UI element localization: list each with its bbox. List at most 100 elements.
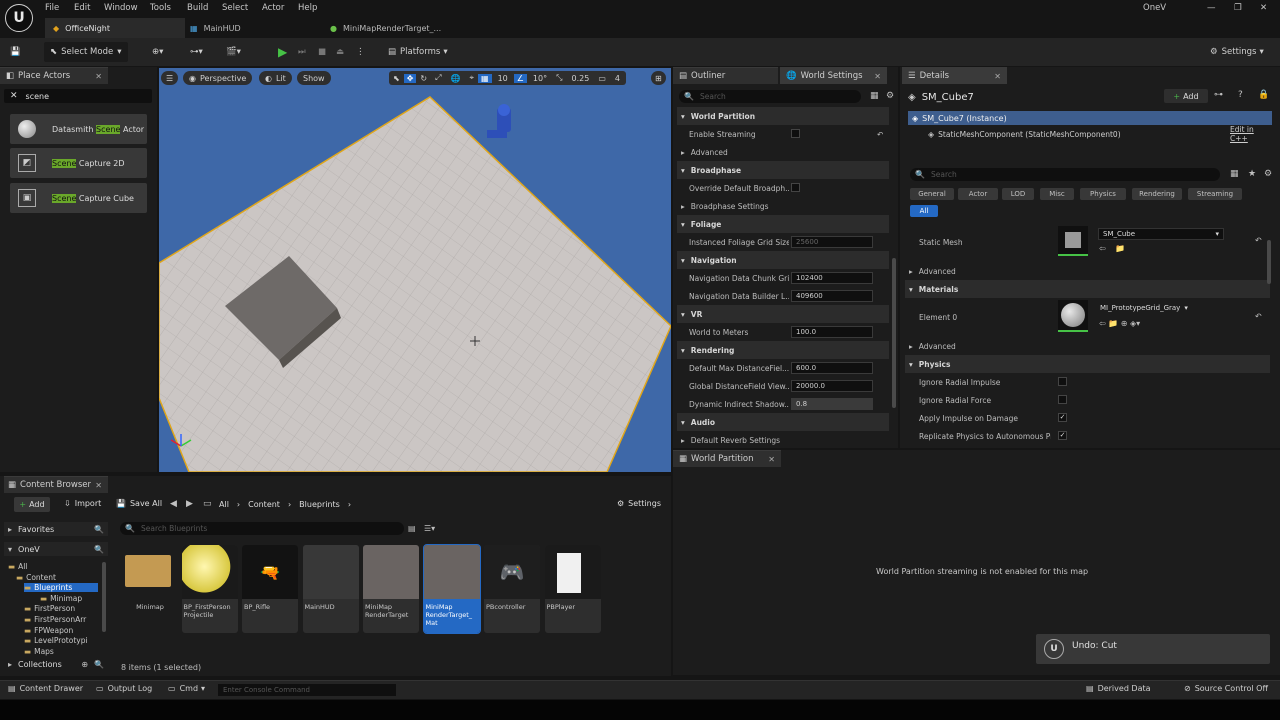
- filter-physics[interactable]: Physics: [1080, 188, 1126, 200]
- world-space-icon[interactable]: 🌐: [446, 74, 466, 83]
- ws-category[interactable]: ▾ Foliage: [677, 215, 889, 233]
- property-checkbox[interactable]: [791, 183, 800, 192]
- asset-tile[interactable]: 🎮 PBcontroller: [484, 545, 540, 633]
- project-section[interactable]: ▾ OneV 🔍: [4, 542, 108, 556]
- material-thumbnail[interactable]: [1058, 300, 1088, 332]
- play-options-icon[interactable]: ⋮: [356, 42, 365, 62]
- minimize-icon[interactable]: —: [1207, 3, 1216, 13]
- save-icon[interactable]: 💾: [10, 42, 21, 62]
- forward-icon[interactable]: ▶: [186, 499, 193, 509]
- lock-icon[interactable]: 🔒: [1258, 90, 1269, 100]
- tree-folder[interactable]: ▬ Maps: [24, 647, 54, 656]
- menu-select[interactable]: Select: [222, 3, 248, 13]
- asset-tile[interactable]: Minimap: [121, 545, 177, 633]
- browse-icon[interactable]: 📁: [1115, 244, 1125, 253]
- gear-icon[interactable]: ⚙: [886, 91, 894, 101]
- tree-folder[interactable]: ▬ Blueprints: [24, 583, 98, 593]
- ws-category[interactable]: ▾ Audio: [677, 413, 889, 431]
- component-row[interactable]: ◈ StaticMeshComponent (StaticMeshCompone…: [908, 125, 1272, 143]
- menu-help[interactable]: Help: [298, 3, 317, 13]
- ws-subsection[interactable]: ▸ Default Reverb Settings: [677, 431, 889, 449]
- ws-subsection[interactable]: ▸ Broadphase Settings: [677, 197, 889, 215]
- unchecked-checkbox[interactable]: [1058, 395, 1067, 404]
- close-icon[interactable]: ✕: [874, 72, 881, 81]
- gear-icon[interactable]: ⚙: [1264, 169, 1272, 179]
- reset-icon[interactable]: ↶: [1255, 312, 1262, 321]
- cb-settings-button[interactable]: ⚙ Settings: [617, 499, 661, 508]
- place-actors-search[interactable]: ✕ scene: [4, 89, 152, 103]
- add-collection-icon[interactable]: ⊕: [81, 660, 88, 669]
- property-value-input[interactable]: 20000.0: [791, 380, 873, 392]
- console-input[interactable]: Enter Console Command: [218, 684, 396, 696]
- cinematics-icon[interactable]: 🎬▾: [226, 42, 241, 62]
- asset-tile[interactable]: MiniMap RenderTarget: [363, 545, 419, 633]
- ws-category[interactable]: ▾ Navigation: [677, 251, 889, 269]
- clear-search-icon[interactable]: ✕: [10, 91, 18, 101]
- close-icon[interactable]: ✕: [95, 72, 102, 81]
- filter-icon[interactable]: ☰▾: [424, 524, 435, 533]
- reset-icon[interactable]: ↶: [1255, 236, 1262, 245]
- static-mesh-dropdown[interactable]: SM_Cube ▾: [1098, 228, 1224, 240]
- scale-tool-icon[interactable]: ⤢: [431, 73, 445, 83]
- advance-frame-icon[interactable]: ⏭: [298, 42, 306, 62]
- rotate-tool-icon[interactable]: ↻: [416, 74, 431, 83]
- blueprint-icon[interactable]: ⊶: [1214, 90, 1223, 100]
- menu-edit[interactable]: Edit: [74, 3, 90, 13]
- tree-folder[interactable]: ▬ FirstPerson: [24, 604, 75, 613]
- world-partition-tab[interactable]: ▦ World Partition ✕: [673, 450, 781, 467]
- level-viewport[interactable]: ☰ ◉ Perspective ◐ Lit Show ⬉ ✥ ↻ ⤢ 🌐 ⌖ ▦…: [159, 68, 671, 472]
- unreal-logo-icon[interactable]: U: [5, 4, 33, 32]
- save-search-icon[interactable]: ▤: [408, 524, 416, 533]
- filter-streaming[interactable]: Streaming: [1188, 188, 1242, 200]
- instance-row[interactable]: ◈ SM_Cube7 (Instance): [908, 111, 1272, 125]
- search-icon[interactable]: 🔍: [94, 545, 104, 554]
- tree-scrollbar[interactable]: [102, 562, 106, 632]
- close-window-icon[interactable]: ✕: [1260, 3, 1267, 13]
- derived-data-button[interactable]: ▤ Derived Data: [1086, 684, 1151, 693]
- material-advanced-row[interactable]: ▸ Advanced: [905, 337, 1270, 355]
- import-button[interactable]: ⇩ Import: [64, 499, 101, 508]
- tree-folder[interactable]: ▬ Minimap: [40, 594, 82, 603]
- static-mesh-thumbnail[interactable]: [1058, 226, 1088, 256]
- asset-tile[interactable]: PBPlayer: [544, 545, 601, 633]
- ws-category[interactable]: ▾ Broadphase: [677, 161, 889, 179]
- blueprint-icon[interactable]: ⊶▾: [190, 42, 203, 62]
- favorites-section[interactable]: ▸ Favorites 🔍: [4, 522, 108, 536]
- asset-tile[interactable]: BP_FirstPerson Projectile: [181, 545, 238, 633]
- property-value-input[interactable]: 25600: [791, 236, 873, 248]
- platforms-button[interactable]: ▤ Platforms ▾: [388, 42, 448, 62]
- show-button[interactable]: Show: [297, 71, 331, 85]
- tab-minimap-render-target[interactable]: ● MiniMapRenderTarget_...: [330, 18, 470, 38]
- eject-icon[interactable]: ⏏: [336, 42, 344, 62]
- tree-folder[interactable]: ▬ FPWeapon: [24, 626, 73, 635]
- use-selected-icon[interactable]: ⇦: [1099, 244, 1106, 253]
- ws-category[interactable]: ▾ VR: [677, 305, 889, 323]
- tab-mainhud[interactable]: ▦ MainHUD: [190, 18, 320, 38]
- stop-icon[interactable]: ■: [318, 42, 326, 62]
- reset-icon[interactable]: ↶: [877, 130, 883, 139]
- actor-item-datasmith-scene-actor[interactable]: Datasmith Scene Actor: [10, 114, 147, 144]
- menu-window[interactable]: Window: [104, 3, 138, 13]
- outliner-tab[interactable]: ▤ Outliner: [673, 67, 778, 84]
- surface-snap-icon[interactable]: ⌖: [465, 73, 478, 83]
- scale-snap-icon[interactable]: ⤡: [553, 73, 565, 83]
- select-tool-icon[interactable]: ⬉: [389, 74, 404, 83]
- player-start-icon[interactable]: [487, 104, 511, 138]
- physics-category[interactable]: ▾ Physics: [905, 355, 1270, 373]
- unchecked-checkbox[interactable]: [1058, 377, 1067, 386]
- filter-lod[interactable]: LOD: [1002, 188, 1034, 200]
- advanced-row[interactable]: ▸ Advanced: [905, 262, 1270, 280]
- rotation-snap-icon[interactable]: ∠: [513, 73, 527, 83]
- ws-category[interactable]: ▾ Rendering: [677, 341, 889, 359]
- actor-item-scene-capture-cube[interactable]: ▣ Scene Capture Cube: [10, 183, 147, 213]
- tab-officenight[interactable]: ◆ OfficeNight: [45, 18, 185, 38]
- details-tab[interactable]: ☰ Details ✕: [902, 67, 1007, 84]
- source-control-button[interactable]: ⊘ Source Control Off: [1184, 684, 1268, 693]
- close-icon[interactable]: ✕: [95, 481, 102, 490]
- menu-file[interactable]: File: [45, 3, 59, 13]
- material-dropdown[interactable]: MI_PrototypeGrid_Gray ▾: [1098, 302, 1190, 314]
- search-icon[interactable]: 🔍: [94, 660, 104, 669]
- perspective-button[interactable]: ◉ Perspective: [183, 71, 253, 85]
- breadcrumb-blueprints[interactable]: Blueprints: [299, 500, 340, 509]
- menu-actor[interactable]: Actor: [262, 3, 284, 13]
